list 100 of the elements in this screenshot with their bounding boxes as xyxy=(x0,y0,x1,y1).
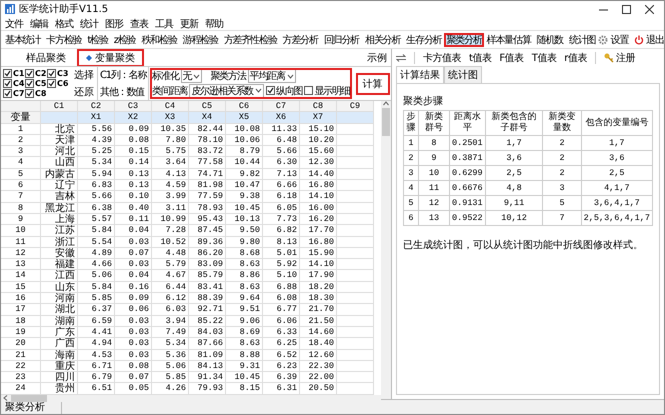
example-link[interactable]: 示例 xyxy=(367,50,391,64)
toolbar-button[interactable]: 生存分析 xyxy=(403,30,444,48)
column-header[interactable]: C5 xyxy=(189,101,226,112)
table-cell: 0.03 xyxy=(115,259,152,270)
table-cell: 10 xyxy=(418,166,450,180)
toolbar-button[interactable]: 相关分析 xyxy=(362,30,404,48)
close-icon[interactable] xyxy=(645,4,654,14)
column-header[interactable]: C6 xyxy=(226,101,263,112)
menu-item[interactable]: 工具 xyxy=(155,16,173,30)
column-header[interactable]: C1 xyxy=(41,101,78,112)
menu-item[interactable]: 统计 xyxy=(80,16,98,30)
table-cell: 22.30 xyxy=(300,360,337,372)
table-cell: 12.60 xyxy=(300,350,337,361)
table-cell: 4,1,7 xyxy=(581,180,652,196)
toolbar-button[interactable]: 随机数 xyxy=(534,30,566,48)
table-cell: 6.88 xyxy=(263,282,300,294)
table-cell: 0.16 xyxy=(115,282,152,294)
table-cell: 6.44 xyxy=(152,282,189,294)
mode-tab[interactable]: 样品聚类 xyxy=(17,48,75,66)
diamond-icon xyxy=(86,54,92,60)
column-header[interactable]: C8 xyxy=(300,101,337,112)
status-text: 聚类分析 xyxy=(1,400,62,414)
checkbox[interactable] xyxy=(47,78,56,88)
toolbar-button[interactable]: t值表 xyxy=(469,50,492,64)
column-header[interactable]: C4 xyxy=(152,101,189,112)
column-header[interactable]: C2 xyxy=(78,101,115,112)
scroll-left-icon[interactable] xyxy=(3,395,8,402)
table-cell: 9.06 xyxy=(226,316,263,327)
menu-item[interactable]: 更新 xyxy=(180,16,198,30)
row-number: 2 xyxy=(1,134,41,146)
empty-cell xyxy=(337,225,374,237)
toolbar-button[interactable]: 卡方值表 xyxy=(423,50,461,64)
mode-tab[interactable]: 变量聚类 xyxy=(77,48,144,66)
toolbar-button[interactable]: 统计图 xyxy=(566,30,598,48)
table-cell: 21.70 xyxy=(300,304,337,316)
scroll-up-icon[interactable] xyxy=(383,101,389,106)
checkbox[interactable] xyxy=(25,88,34,98)
checkbox[interactable] xyxy=(3,78,12,88)
dropdown[interactable]: 皮尔逊相关系数 xyxy=(189,84,264,98)
checkbox-label: C2 xyxy=(35,69,46,78)
key-icon[interactable] xyxy=(604,52,614,62)
table-cell: 1,7 xyxy=(485,136,543,150)
toolbar-button[interactable]: 游程检验 xyxy=(180,30,221,48)
column-header[interactable]: C9 xyxy=(337,101,374,112)
dropdown[interactable]: 无 xyxy=(180,69,202,84)
table-cell: 0.08 xyxy=(115,134,152,146)
menu-item[interactable]: 图形 xyxy=(105,16,123,30)
table-cell: 8.79 xyxy=(226,146,263,158)
empty-cell xyxy=(337,293,374,304)
checkbox-label: C1 xyxy=(13,69,24,78)
toolbar-button[interactable]: 方差分析 xyxy=(280,30,321,48)
toolbar-button[interactable]: 基本统计 xyxy=(2,30,44,48)
vertical-scrollbar[interactable] xyxy=(381,101,391,399)
checkbox[interactable] xyxy=(3,69,12,78)
maximize-icon[interactable] xyxy=(622,4,631,14)
checkbox[interactable] xyxy=(25,69,34,78)
column-header[interactable]: C7 xyxy=(263,101,300,112)
table-cell: 湖北 xyxy=(41,304,78,316)
menu-item[interactable]: 帮助 xyxy=(205,16,223,30)
checkbox[interactable] xyxy=(47,69,56,78)
result-tab[interactable]: 统计图 xyxy=(444,66,482,83)
select-button[interactable]: 选择 xyxy=(74,68,94,82)
column-header[interactable]: C3 xyxy=(115,101,152,112)
table-cell: X6 xyxy=(263,112,300,124)
swap-icon[interactable] xyxy=(396,54,406,62)
table-cell: 10.45 xyxy=(226,372,263,384)
compute-button[interactable]: 计算 xyxy=(356,72,390,94)
power-icon[interactable] xyxy=(634,34,644,44)
toolbar-button[interactable]: 秩和检验 xyxy=(138,30,180,48)
result-tab[interactable]: 计算结果 xyxy=(396,66,444,83)
menu-item[interactable]: 文件 xyxy=(5,16,23,30)
toolbar-button[interactable]: t检验 xyxy=(84,30,111,48)
toolbar-button[interactable]: 样本量估算 xyxy=(484,30,534,48)
exit-button[interactable]: 退出 xyxy=(646,32,664,46)
register-button[interactable]: 注册 xyxy=(616,50,635,64)
settings-button[interactable]: 设置 xyxy=(610,32,628,46)
dropdown[interactable]: 平均距离 xyxy=(248,69,296,84)
checkbox[interactable] xyxy=(3,88,12,98)
toolbar-button[interactable]: T值表 xyxy=(532,50,556,64)
toolbar-button[interactable]: 回归分析 xyxy=(320,30,362,48)
toolbar-button[interactable]: z检验 xyxy=(110,30,138,48)
checkbox[interactable] xyxy=(266,86,275,96)
checkbox[interactable] xyxy=(304,86,314,96)
toolbar-button[interactable]: r值表 xyxy=(564,50,587,64)
toolbar-button[interactable]: 聚类分析 xyxy=(444,32,484,46)
menu-item[interactable]: 格式 xyxy=(55,16,73,30)
table-cell: 6.52 xyxy=(263,350,300,361)
table-cell: 海南 xyxy=(41,350,78,361)
menu-item[interactable]: 编辑 xyxy=(30,16,48,30)
toolbar-button[interactable]: 卡方检验 xyxy=(43,30,84,48)
menu-item[interactable]: 查表 xyxy=(130,16,148,30)
restore-button[interactable]: 还原 xyxy=(74,84,94,99)
scroll-thumb[interactable] xyxy=(382,108,390,136)
toolbar-button[interactable]: F值表 xyxy=(499,50,524,64)
checkbox[interactable] xyxy=(25,78,34,88)
table-cell: 5.66 xyxy=(78,191,115,203)
table-cell: 9.31 xyxy=(226,360,263,372)
table-cell: 8.86 xyxy=(226,270,263,282)
gear-icon[interactable] xyxy=(598,34,608,44)
toolbar-button[interactable]: 方差齐性检验 xyxy=(220,30,280,48)
